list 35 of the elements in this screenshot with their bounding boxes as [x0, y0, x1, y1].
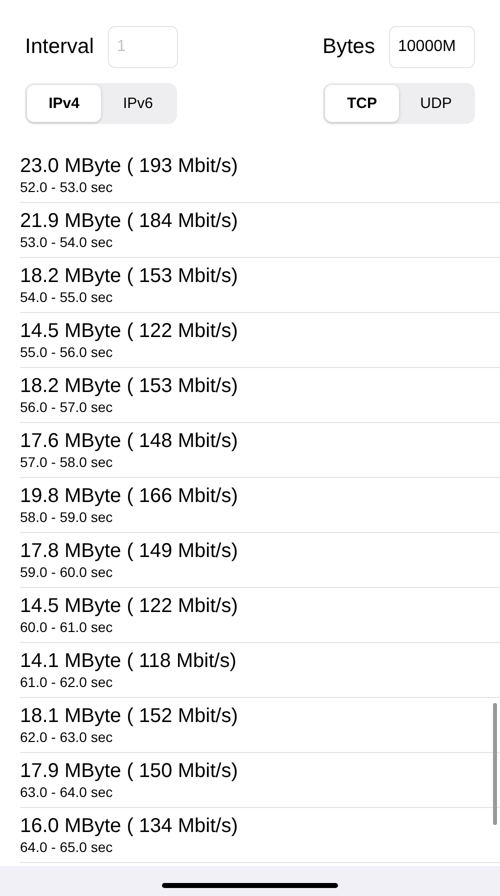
throughput-text: 18.1 MByte ( 152 Mbit/s): [20, 704, 239, 729]
throughput-text: 23.0 MByte ( 193 Mbit/s): [20, 154, 239, 179]
ip-version-segment[interactable]: IPv6: [101, 85, 175, 122]
time-range-text: 53.0 - 54.0 sec: [20, 234, 114, 251]
throughput-text: 14.5 MByte ( 122 Mbit/s): [20, 594, 239, 619]
protocol-segment[interactable]: UDP: [399, 85, 473, 122]
throughput-text: 14.5 MByte ( 122 Mbit/s): [20, 319, 239, 344]
throughput-text: 17.6 MByte ( 148 Mbit/s): [20, 429, 239, 454]
bytes-field[interactable]: 10000M: [389, 26, 475, 68]
throughput-text: 18.2 MByte ( 153 Mbit/s): [20, 374, 239, 399]
time-range-text: 59.0 - 60.0 sec: [20, 564, 114, 581]
time-range-text: 60.0 - 61.0 sec: [20, 619, 114, 636]
time-range-text: 62.0 - 63.0 sec: [20, 729, 114, 746]
time-range-text: 52.0 - 53.0 sec: [20, 179, 114, 196]
throughput-text: 21.9 MByte ( 184 Mbit/s): [20, 209, 239, 234]
interval-label: Interval: [25, 35, 94, 59]
time-range-text: 54.0 - 55.0 sec: [20, 289, 114, 306]
protocol-segment[interactable]: TCP: [325, 85, 399, 122]
time-range-text: 63.0 - 64.0 sec: [20, 784, 114, 801]
throughput-text: 17.8 MByte ( 149 Mbit/s): [20, 539, 239, 564]
time-range-text: 61.0 - 62.0 sec: [20, 674, 114, 691]
throughput-text: 14.1 MByte ( 118 Mbit/s): [20, 649, 238, 674]
time-range-text: 56.0 - 57.0 sec: [20, 399, 114, 416]
throughput-text: 16.0 MByte ( 134 Mbit/s): [20, 814, 239, 839]
throughput-text: 17.9 MByte ( 150 Mbit/s): [20, 759, 239, 784]
interval-field[interactable]: 1: [108, 26, 178, 68]
ip-version-segment[interactable]: IPv4: [27, 85, 101, 122]
time-range-text: 55.0 - 56.0 sec: [20, 344, 114, 361]
throughput-text: 18.2 MByte ( 153 Mbit/s): [20, 264, 239, 289]
time-range-text: 64.0 - 65.0 sec: [20, 839, 114, 856]
bytes-label: Bytes: [322, 35, 375, 59]
home-indicator[interactable]: [162, 883, 338, 888]
time-range-text: 57.0 - 58.0 sec: [20, 454, 114, 471]
time-range-text: 58.0 - 59.0 sec: [20, 509, 114, 526]
throughput-text: 19.8 MByte ( 166 Mbit/s): [20, 484, 239, 509]
